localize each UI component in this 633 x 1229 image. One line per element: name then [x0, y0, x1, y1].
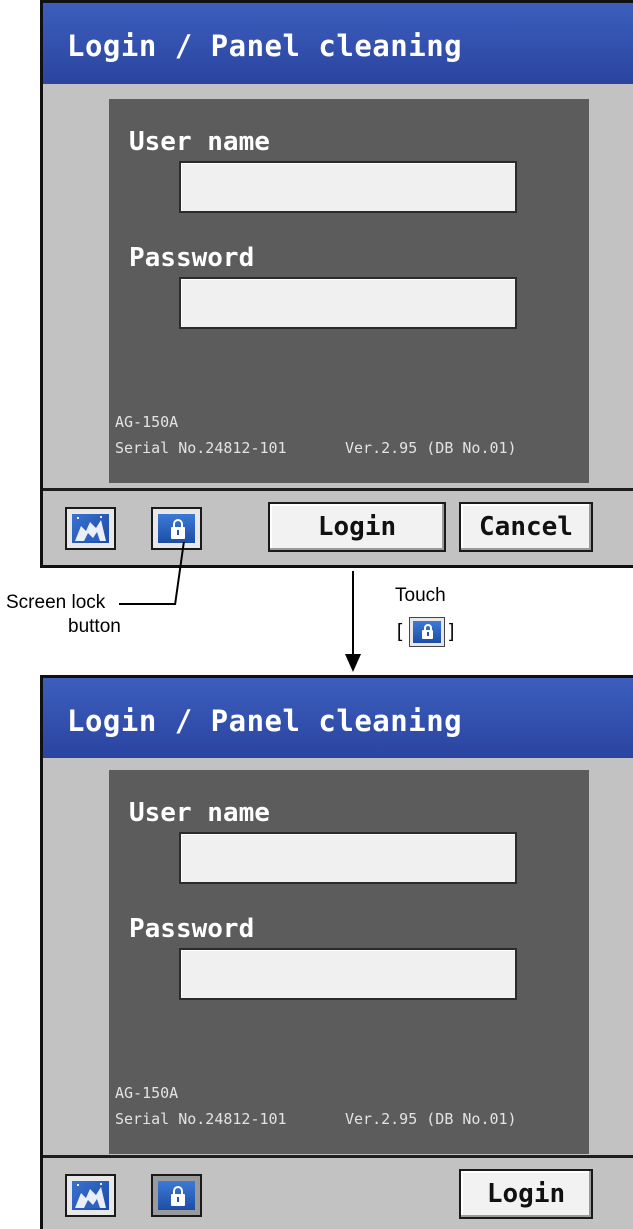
login-panel: User name Password AG-150A Serial No.248… [109, 99, 589, 483]
touch-label: Touch [395, 585, 446, 606]
screen-lock-callout-label-2: button [68, 616, 121, 637]
password-input[interactable] [179, 948, 517, 1000]
lock-icon [158, 1181, 195, 1210]
panel-cleaning-button[interactable] [65, 507, 116, 550]
serial-number-text: Serial No.24812-101 [115, 439, 287, 457]
title-bar: Login / Panel cleaning [43, 678, 633, 758]
model-text: AG-150A [115, 413, 179, 431]
password-label: Password [129, 243, 255, 273]
cancel-button[interactable]: Cancel [459, 502, 593, 552]
divider [43, 488, 633, 491]
divider [43, 1155, 633, 1158]
transition-arrow-head [345, 654, 361, 672]
screen-title: Login / Panel cleaning [67, 704, 463, 738]
login-button[interactable]: Login [268, 502, 446, 552]
title-bar: Login / Panel cleaning [43, 3, 633, 84]
transition-arrow [352, 571, 354, 657]
password-input[interactable] [179, 277, 517, 329]
login-panel: User name Password AG-150A Serial No.248… [109, 770, 589, 1154]
login-screen-before: Login / Panel cleaning User name Passwor… [40, 0, 633, 568]
user-name-label: User name [129, 798, 270, 828]
password-label: Password [129, 914, 255, 944]
user-name-input[interactable] [179, 832, 517, 884]
user-name-input[interactable] [179, 161, 517, 213]
version-text: Ver.2.95 (DB No.01) [345, 1110, 517, 1128]
model-text: AG-150A [115, 1084, 179, 1102]
panel-cleaning-icon [72, 1181, 109, 1210]
screen-lock-button[interactable] [151, 507, 202, 550]
panel-cleaning-icon [72, 514, 109, 543]
login-button[interactable]: Login [459, 1169, 593, 1219]
screen-lock-button[interactable] [151, 1174, 202, 1217]
bracket-open: [ [397, 621, 403, 642]
user-name-label: User name [129, 127, 270, 157]
serial-number-text: Serial No.24812-101 [115, 1110, 287, 1128]
lock-icon-reference [409, 617, 445, 647]
lock-icon [158, 514, 195, 543]
panel-cleaning-button[interactable] [65, 1174, 116, 1217]
screen-title: Login / Panel cleaning [67, 29, 463, 63]
callout-leader-horizontal [119, 603, 175, 605]
login-screen-locked: Login / Panel cleaning User name Passwor… [40, 675, 633, 1229]
version-text: Ver.2.95 (DB No.01) [345, 439, 517, 457]
screen-lock-callout-label: Screen lock [6, 592, 106, 613]
bracket-close: ] [449, 621, 455, 642]
